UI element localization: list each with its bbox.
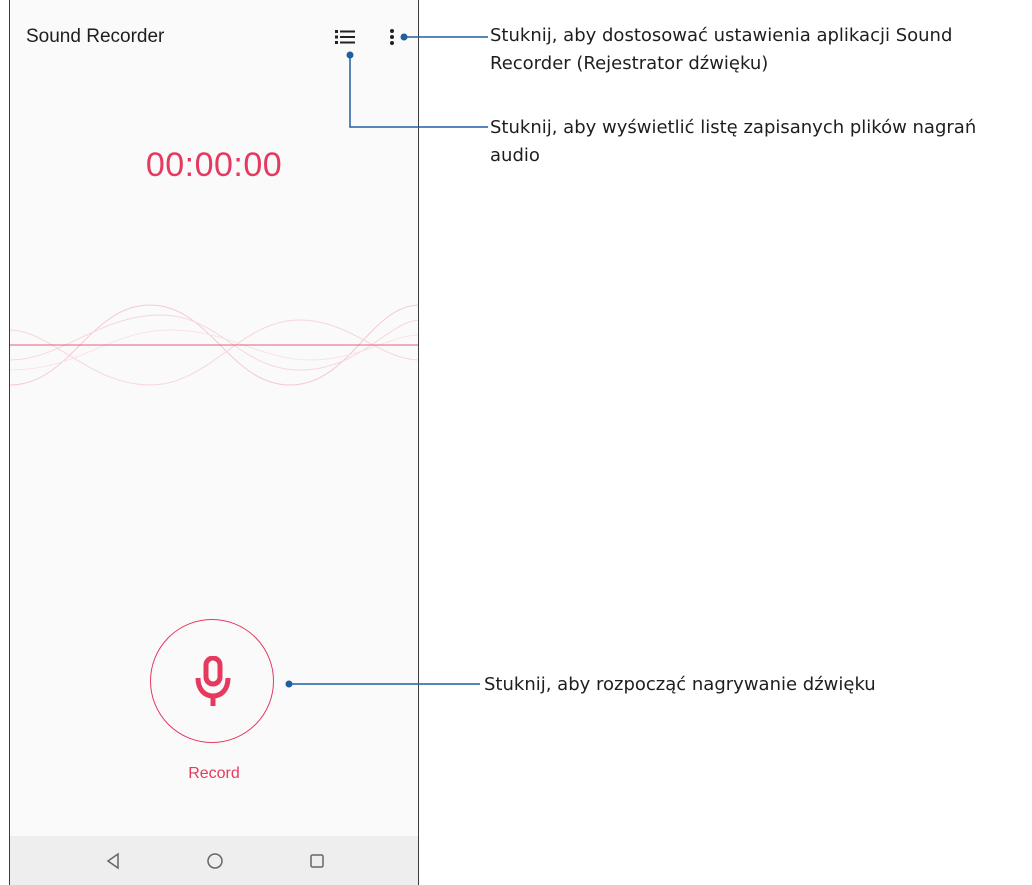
callout-record-line1: Stuknij, aby rozpocząć nagrywanie dźwięk… (484, 674, 876, 695)
callout-list: Stuknij, aby wyświetlić listę zapisanych… (490, 114, 976, 170)
callout-record: Stuknij, aby rozpocząć nagrywanie dźwięk… (484, 671, 876, 699)
callout-settings: Stuknij, aby dostosować ustawienia aplik… (490, 22, 952, 78)
callout-settings-line2: Recorder (Rejestrator dźwięku) (490, 53, 769, 74)
callout-settings-line1: Stuknij, aby dostosować ustawienia aplik… (490, 25, 953, 46)
callout-list-line2: audio (490, 145, 540, 166)
callout-list-line1: Stuknij, aby wyświetlić listę zapisanych… (490, 117, 977, 138)
